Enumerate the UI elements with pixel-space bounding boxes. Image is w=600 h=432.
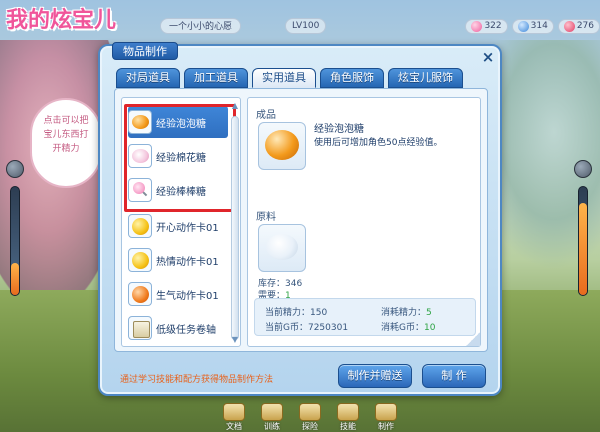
product-description: 使用后可增加角色50点经验值。 (314, 138, 443, 148)
scroll-icon (128, 316, 152, 340)
make-and-gift-button[interactable]: 制作并赠送 (338, 364, 412, 388)
dialog-title: 物品制作 (112, 42, 178, 60)
tab-character-outfits[interactable]: 角色服饰 (320, 68, 384, 88)
hearts-value: 276 (576, 21, 594, 31)
recipe-scrollbar[interactable]: ▲ ▼ (230, 102, 240, 344)
cost-energy: 消耗精力：5 (381, 308, 432, 318)
passion-face-icon (128, 248, 152, 272)
cost-stats: 当前精力：150 消耗精力：5 当前G币：7250301 消耗G币：10 (254, 298, 476, 336)
npc-speech-bubble[interactable]: 点击可以把宝儿东西打开精力 (30, 98, 102, 188)
player-level: LV100 (285, 18, 327, 34)
top-hud: 一个小小的心愿 LV100 322 314 276 (160, 16, 600, 36)
tab-pet-outfits[interactable]: 炫宝儿服饰 (388, 68, 463, 88)
right-gauge-knob[interactable] (574, 160, 592, 178)
bottom-item-make[interactable]: 制作 (371, 403, 401, 432)
make-icon (375, 403, 397, 421)
recipe-name: 热情动作卡01 (156, 256, 219, 268)
recipe-item[interactable]: 低级任务卷轴 (128, 312, 228, 344)
recipe-detail: 成品 经验泡泡糖 使用后可增加角色50点经验值。 原料 库存：346 需要：1 … (247, 97, 481, 347)
scroll-thumb[interactable] (231, 116, 239, 340)
scroll-up-icon[interactable]: ▲ (230, 102, 240, 110)
bottom-action-bar: 文档 训练 探险 技能 制作 (210, 398, 410, 432)
red-highlight-box (124, 104, 236, 212)
bottom-item-docs[interactable]: 文档 (219, 403, 249, 432)
recipe-name: 低级任务卷轴 (156, 324, 216, 336)
hearts: 276 (557, 18, 600, 34)
current-energy: 当前精力：150 (265, 308, 328, 318)
recipe-item[interactable]: 开心动作卡01 (128, 210, 228, 242)
product-label: 成品 (256, 110, 276, 121)
currency-blue: 314 (511, 18, 554, 34)
close-icon[interactable]: × (480, 50, 496, 66)
game-logo: 我的炫宝儿 (6, 7, 117, 33)
gem-icon (471, 20, 483, 32)
tab-match-items[interactable]: 对局道具 (116, 68, 180, 88)
happy-face-icon (128, 214, 152, 238)
train-icon (261, 403, 283, 421)
explore-icon (299, 403, 321, 421)
recipe-name: 生气动作卡01 (156, 290, 219, 302)
cost-gold: 消耗G币：10 (381, 323, 436, 333)
scroll-down-icon[interactable]: ▼ (230, 336, 240, 344)
crafting-panel: 经验泡泡糖 经验棉花糖 经验棒棒糖 开心动作卡01 热情动作卡01 生气动作卡0… (114, 88, 488, 352)
bottom-item-skill[interactable]: 技能 (333, 403, 363, 432)
tab-processing-items[interactable]: 加工道具 (184, 68, 248, 88)
currency-pink: 322 (465, 18, 508, 34)
recipe-name: 开心动作卡01 (156, 222, 219, 234)
category-tabs: 对局道具 加工道具 实用道具 角色服饰 炫宝儿服饰 (116, 68, 463, 88)
material-label: 原料 (256, 212, 276, 223)
angry-face-icon (128, 282, 152, 306)
make-button[interactable]: 制 作 (422, 364, 486, 388)
right-gauge (578, 186, 588, 296)
current-gold: 当前G币：7250301 (265, 323, 349, 333)
item-crafting-dialog: 物品制作 × 对局道具 加工道具 实用道具 角色服饰 炫宝儿服饰 经验泡泡糖 经… (98, 42, 502, 396)
recipe-list: 经验泡泡糖 经验棉花糖 经验棒棒糖 开心动作卡01 热情动作卡01 生气动作卡0… (121, 97, 241, 347)
heart-icon (563, 20, 575, 32)
crafting-tip: 通过学习技能和配方获得物品制作方法 (120, 375, 274, 385)
currency-blue-value: 314 (530, 21, 548, 31)
player-name[interactable]: 一个小小的心愿 (160, 18, 242, 34)
recipe-item[interactable]: 生气动作卡01 (128, 278, 228, 310)
bottom-item-explore[interactable]: 探险 (295, 403, 325, 432)
page-fold-corner (466, 332, 480, 346)
recipe-item[interactable]: 热情动作卡01 (128, 244, 228, 276)
product-name: 经验泡泡糖 (314, 124, 364, 135)
left-gauge (10, 186, 20, 296)
coin-icon (517, 20, 529, 32)
product-candy-icon (258, 122, 306, 170)
docs-icon (223, 403, 245, 421)
material-sugar-icon (258, 224, 306, 272)
currency-pink-value: 322 (484, 21, 502, 31)
skill-icon (337, 403, 359, 421)
left-gauge-knob[interactable] (6, 160, 24, 178)
bottom-item-train[interactable]: 训练 (257, 403, 287, 432)
tab-utility-items[interactable]: 实用道具 (252, 68, 316, 88)
